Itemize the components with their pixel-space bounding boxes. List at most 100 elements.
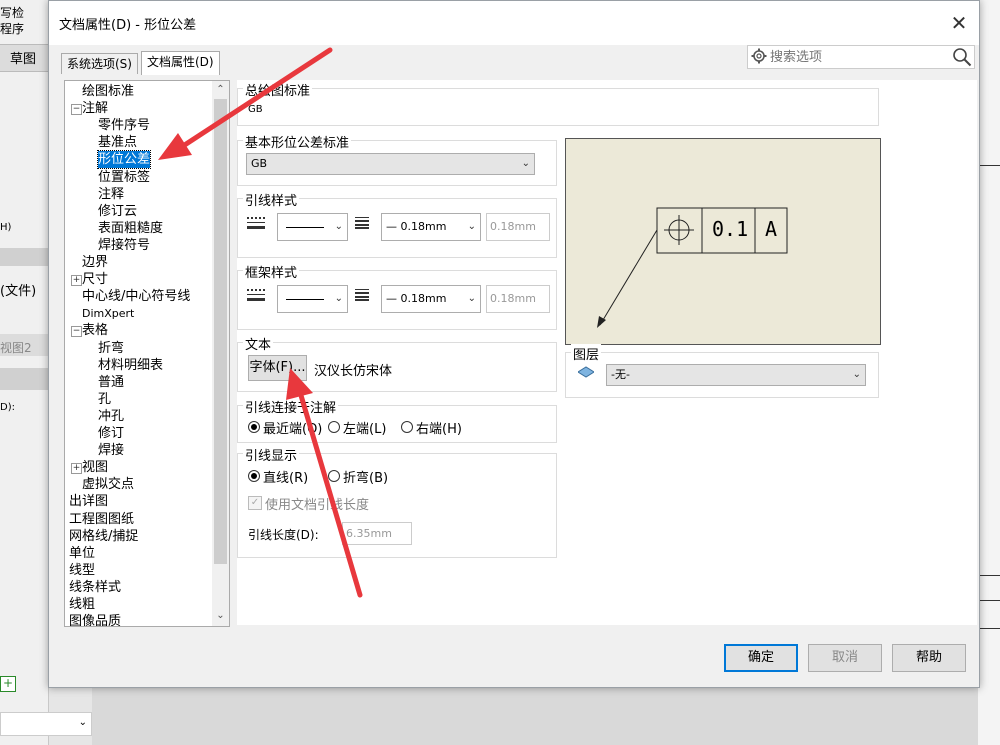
radio-straight[interactable] bbox=[248, 470, 260, 482]
frame-linetype-dropdown[interactable]: ⌄ bbox=[277, 285, 348, 313]
tree-item[interactable]: 虚拟交点 bbox=[82, 476, 134, 493]
radio-bent-label[interactable]: 折弯(B) bbox=[343, 467, 388, 486]
search-icon[interactable] bbox=[952, 47, 972, 67]
line-style-icon bbox=[247, 289, 265, 301]
radio-nearest[interactable] bbox=[248, 421, 260, 433]
leader-thickness-dropdown[interactable]: — 0.18mm ⌄ bbox=[381, 213, 481, 241]
tree-item[interactable]: 线型 bbox=[69, 562, 95, 579]
overall-standard-value: GB bbox=[248, 104, 263, 115]
scroll-down-icon[interactable]: ⌄ bbox=[212, 607, 229, 624]
radio-right[interactable] bbox=[401, 421, 413, 433]
tree-item[interactable]: 尺寸 bbox=[82, 271, 108, 288]
radio-left[interactable] bbox=[328, 421, 340, 433]
layer-label: 图层 bbox=[571, 344, 602, 363]
tree-item[interactable]: 位置标签 bbox=[98, 169, 150, 186]
radio-right-label[interactable]: 右端(H) bbox=[416, 418, 462, 437]
tab-system-options[interactable]: 系统选项(S) bbox=[61, 53, 138, 74]
tree-item[interactable]: 形位公差 bbox=[96, 150, 152, 170]
tree-item[interactable]: 注释 bbox=[98, 186, 124, 203]
settings-pane: 总绘图标准 GB 基本形位公差标准 GB ⌄ 引线样式 ⌄ — 0.18mm ⌄… bbox=[237, 80, 977, 625]
tree-item[interactable]: 焊接 bbox=[98, 442, 124, 459]
add-icon[interactable]: + bbox=[0, 676, 16, 692]
tree-item[interactable]: 网格线/捕捉 bbox=[69, 528, 138, 545]
options-tree[interactable]: 绘图标准 − 注解 零件序号 基准点 形位公差 位置标签 注释 修订云 表面粗糙度 焊接符号 边界 + 尺… bbox=[64, 80, 230, 627]
radio-straight-label[interactable]: 直线(R) bbox=[263, 467, 308, 486]
scroll-up-icon[interactable]: ⌃ bbox=[212, 81, 229, 98]
frame-thickness-value: — 0.18mm bbox=[386, 292, 447, 305]
layer-icon bbox=[578, 366, 594, 378]
tree-item[interactable]: 单位 bbox=[69, 545, 95, 562]
tree-item[interactable]: 线粗 bbox=[69, 596, 95, 613]
tree-item[interactable]: 注解 bbox=[82, 100, 108, 117]
tree-item[interactable]: 焊接符号 bbox=[98, 237, 150, 254]
preview-tolerance: 0.1 bbox=[712, 217, 749, 241]
frame-thickness-dropdown[interactable]: — 0.18mm ⌄ bbox=[381, 285, 481, 313]
base-standard-dropdown[interactable]: GB ⌄ bbox=[246, 153, 535, 175]
frame-custom-thickness[interactable]: 0.18mm bbox=[486, 285, 550, 313]
font-name: 汉仪长仿宋体 bbox=[314, 364, 393, 379]
tree-item[interactable]: 出详图 bbox=[69, 493, 108, 510]
tree-item[interactable]: 绘图标准 bbox=[82, 83, 134, 100]
bg-dropdown[interactable]: ⌄ bbox=[0, 712, 92, 736]
text-group: 文本 字体(F)... 汉仪长仿宋体 bbox=[237, 334, 557, 392]
tree-item[interactable]: 修订 bbox=[98, 425, 124, 442]
text-label: 文本 bbox=[243, 334, 274, 353]
search-input[interactable] bbox=[768, 47, 952, 67]
use-doc-length-checkbox[interactable]: ✓ bbox=[248, 496, 262, 510]
tree-item[interactable]: 孔 bbox=[98, 391, 111, 408]
frame-style-group: 框架样式 ⌄ — 0.18mm ⌄ 0.18mm bbox=[237, 262, 557, 330]
base-standard-label: 基本形位公差标准 bbox=[243, 132, 352, 151]
tab-document-properties[interactable]: 文档属性(D) bbox=[141, 51, 220, 75]
tree-item[interactable]: 视图 bbox=[82, 459, 108, 476]
bg-text: (文件) bbox=[0, 284, 37, 299]
leader-linetype-dropdown[interactable]: ⌄ bbox=[277, 213, 348, 241]
collapse-icon[interactable]: − bbox=[71, 104, 82, 116]
layer-dropdown[interactable]: -无- ⌄ bbox=[606, 364, 866, 386]
expand-icon[interactable]: + bbox=[71, 275, 82, 287]
tree-item[interactable]: 修订云 bbox=[98, 203, 137, 220]
radio-left-label[interactable]: 左端(L) bbox=[343, 418, 386, 437]
preview-datum: A bbox=[765, 217, 778, 241]
tree-item[interactable]: 图像品质 bbox=[69, 613, 121, 626]
leader-style-label: 引线样式 bbox=[243, 190, 300, 209]
leader-length-input[interactable]: 6.35mm bbox=[342, 522, 412, 545]
tree-item[interactable]: 普通 bbox=[98, 374, 124, 391]
leader-attach-group: 引线连接于注解 最近端(O) 左端(L) 右端(H) bbox=[237, 397, 557, 443]
tree-item[interactable]: 中心线/中心符号线 bbox=[82, 288, 190, 305]
tree-item[interactable]: 表格 bbox=[82, 322, 108, 339]
radio-bent[interactable] bbox=[328, 470, 340, 482]
search-box[interactable] bbox=[747, 45, 975, 69]
line-weight-icon bbox=[355, 289, 369, 301]
bg-text: H) bbox=[0, 222, 12, 233]
expand-icon[interactable]: + bbox=[71, 463, 82, 475]
collapse-icon[interactable]: − bbox=[71, 326, 82, 338]
tree-item[interactable]: DimXpert bbox=[82, 305, 134, 322]
background-right bbox=[978, 0, 1000, 745]
tree-item[interactable]: 材料明细表 bbox=[98, 357, 163, 374]
leader-display-group: 引线显示 直线(R) 折弯(B) ✓ 使用文档引线长度 引线长度(D): 6.3… bbox=[237, 445, 557, 558]
leader-custom-thickness[interactable]: 0.18mm bbox=[486, 213, 550, 241]
tree-item[interactable]: 工程图图纸 bbox=[69, 511, 134, 528]
chevron-down-icon: ⌄ bbox=[334, 293, 343, 304]
tree-item[interactable]: 边界 bbox=[82, 254, 108, 271]
help-button[interactable]: 帮助 bbox=[892, 644, 966, 672]
chevron-down-icon: ⌄ bbox=[521, 158, 530, 169]
font-button[interactable]: 字体(F)... bbox=[248, 355, 307, 381]
tree-scrollbar[interactable]: ⌃ ⌄ bbox=[212, 81, 229, 626]
tree-item[interactable]: 基准点 bbox=[98, 134, 137, 151]
tree-item[interactable]: 表面粗糙度 bbox=[98, 220, 163, 237]
frame-style-label: 框架样式 bbox=[243, 262, 300, 281]
title-bar: 文档属性(D) - 形位公差 ✕ bbox=[49, 1, 979, 45]
tree-item[interactable]: 冲孔 bbox=[98, 408, 124, 425]
background-left-panel: 写检 程序 草图 H) (文件) 视图2 D): + bbox=[0, 0, 49, 745]
tree-item[interactable]: 零件序号 bbox=[98, 117, 150, 134]
overall-standard-label: 总绘图标准 bbox=[243, 80, 313, 99]
tree-item[interactable]: 折弯 bbox=[98, 340, 124, 357]
radio-nearest-label[interactable]: 最近端(O) bbox=[263, 418, 322, 437]
cancel-button[interactable]: 取消 bbox=[808, 644, 882, 672]
scroll-thumb[interactable] bbox=[214, 99, 227, 564]
chevron-down-icon: ⌄ bbox=[78, 717, 87, 728]
close-button[interactable]: ✕ bbox=[945, 9, 973, 37]
ok-button[interactable]: 确定 bbox=[724, 644, 798, 672]
tree-item[interactable]: 线条样式 bbox=[69, 579, 121, 596]
